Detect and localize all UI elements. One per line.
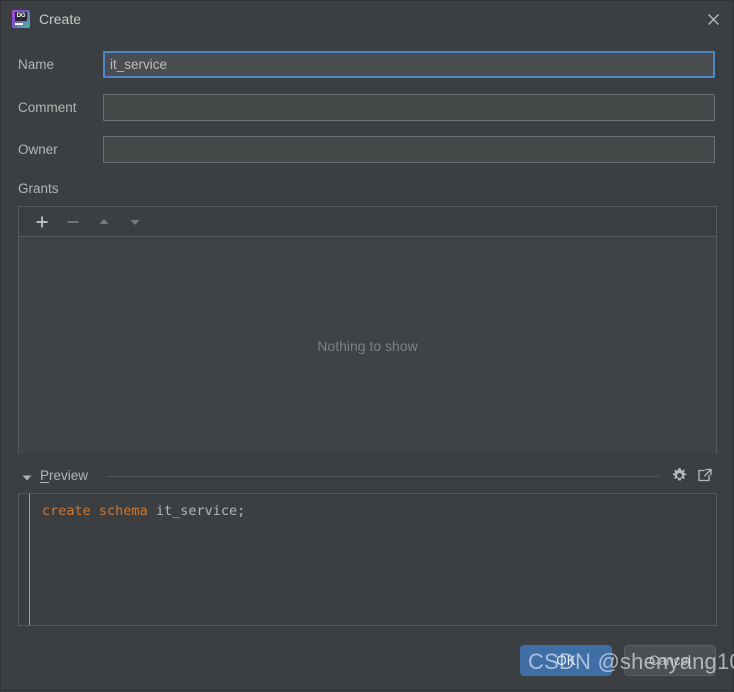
plus-icon xyxy=(35,215,49,229)
editor-gutter xyxy=(19,494,30,625)
close-button[interactable] xyxy=(699,6,727,32)
grants-empty-message: Nothing to show xyxy=(317,338,417,354)
comment-label: Comment xyxy=(18,98,77,118)
preview-settings-button[interactable] xyxy=(671,467,689,485)
ok-button[interactable]: OK xyxy=(520,645,612,676)
cancel-button[interactable]: Cancel xyxy=(624,645,716,676)
owner-input[interactable] xyxy=(103,136,715,163)
grants-panel: Nothing to show xyxy=(18,206,717,454)
create-schema-dialog: DG Create Name Comment Owner Grants xyxy=(0,0,734,691)
gear-icon xyxy=(671,467,688,484)
arrow-down-icon xyxy=(128,215,142,229)
datagrip-icon-bar xyxy=(15,23,23,25)
preview-separator xyxy=(108,476,659,477)
arrow-up-icon xyxy=(97,215,111,229)
owner-label: Owner xyxy=(18,140,58,160)
form-row-name: Name xyxy=(1,51,734,79)
preview-title[interactable]: Preview xyxy=(40,466,88,486)
preview-title-mnemonic: P xyxy=(40,468,49,483)
name-input[interactable] xyxy=(103,51,715,78)
datagrip-icon: DG xyxy=(12,10,30,28)
remove-grant-button[interactable] xyxy=(59,210,87,234)
preview-sql-text: create schema it_service; xyxy=(30,494,716,625)
dialog-title: Create xyxy=(39,10,81,28)
grants-label: Grants xyxy=(18,180,59,198)
preview-collapse-toggle[interactable] xyxy=(21,471,35,483)
preview-title-rest: review xyxy=(49,468,88,483)
preview-sql-editor[interactable]: create schema it_service; xyxy=(18,493,717,626)
move-grant-up-button[interactable] xyxy=(90,210,118,234)
close-icon xyxy=(706,12,721,27)
dialog-footer: OK Cancel xyxy=(1,640,734,692)
sql-keyword-create: create xyxy=(42,503,91,519)
move-grant-down-button[interactable] xyxy=(121,210,149,234)
chevron-down-icon xyxy=(21,472,33,484)
datagrip-icon-label: DG xyxy=(15,12,27,21)
open-in-new-window-icon xyxy=(697,467,714,484)
name-label: Name xyxy=(18,55,54,75)
grants-toolbar xyxy=(19,207,716,237)
grants-list[interactable]: Nothing to show xyxy=(19,237,716,454)
form-row-owner: Owner xyxy=(1,136,734,164)
preview-open-in-window-button[interactable] xyxy=(697,467,715,485)
preview-header: Preview xyxy=(18,465,717,489)
add-grant-button[interactable] xyxy=(28,210,56,234)
form-row-comment: Comment xyxy=(1,94,734,122)
sql-identifier: it_service xyxy=(156,503,237,519)
sql-terminator: ; xyxy=(237,503,245,519)
minus-icon xyxy=(66,215,80,229)
sql-keyword-schema: schema xyxy=(99,503,148,519)
comment-input[interactable] xyxy=(103,94,715,121)
title-bar: DG Create xyxy=(1,1,734,37)
